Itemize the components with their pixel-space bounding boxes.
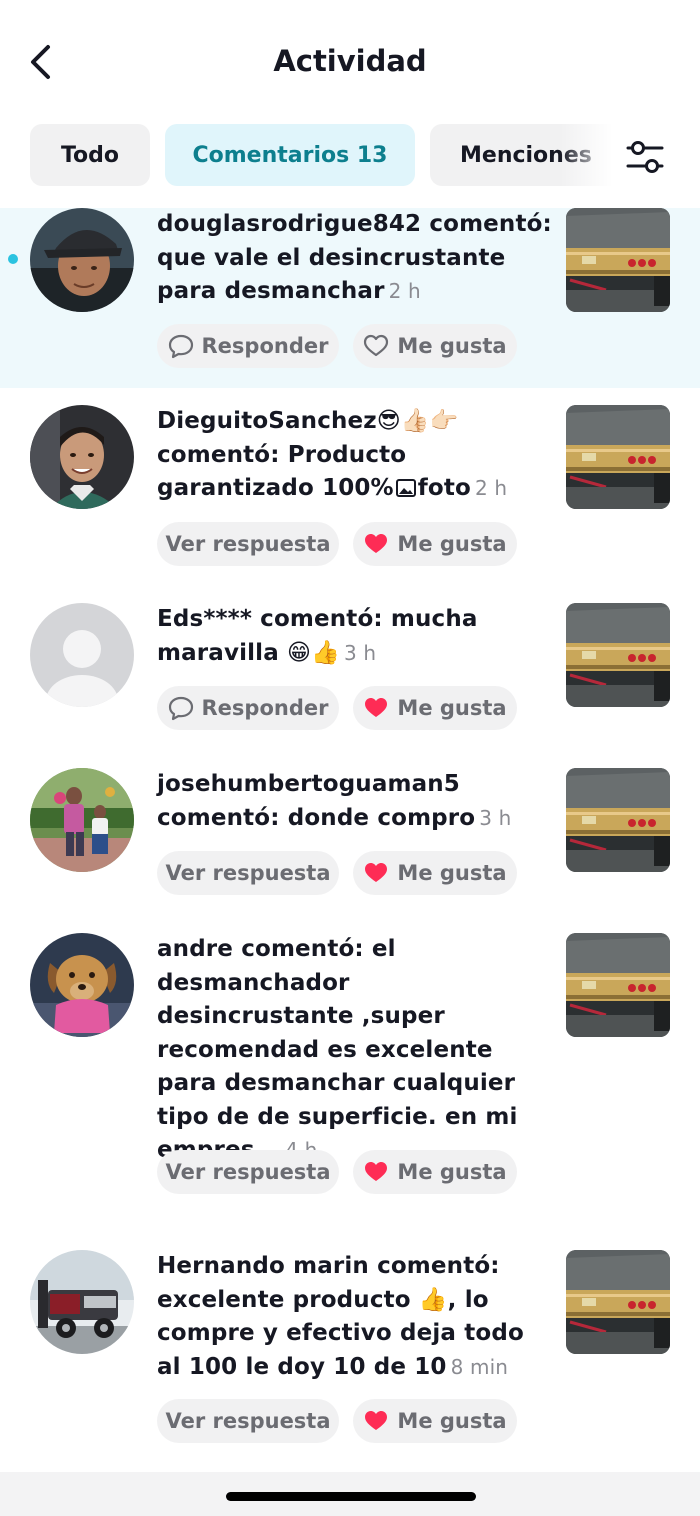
- video-thumbnail[interactable]: [566, 208, 670, 312]
- list-item[interactable]: andre comentó: el desmanchador desincrus…: [0, 933, 700, 1203]
- page-title: Actividad: [273, 44, 427, 78]
- comment-time: 8 min: [450, 1354, 509, 1379]
- like-button[interactable]: Me gusta: [353, 1399, 517, 1443]
- comment-text: douglasrodrigue842 comentó: que vale el …: [157, 208, 552, 309]
- like-label: Me gusta: [397, 532, 507, 556]
- filter-button[interactable]: [622, 134, 668, 180]
- heart-filled-icon: [365, 1162, 388, 1181]
- comment-text: Hernando marin comentó: excelente produc…: [157, 1250, 552, 1384]
- tab-comentarios-label: Comentarios 13: [192, 142, 388, 168]
- view-reply-button[interactable]: Ver respuesta: [157, 522, 339, 566]
- view-reply-button[interactable]: Ver respuesta: [157, 1150, 339, 1194]
- speech-bubble-icon: [168, 696, 193, 721]
- heart-filled-icon: [365, 863, 388, 882]
- comment-emojis: 😁👍: [287, 639, 340, 666]
- like-button[interactable]: Me gusta: [353, 1150, 517, 1194]
- like-label: Me gusta: [397, 696, 507, 720]
- bottom-bar: [0, 1472, 700, 1516]
- home-indicator[interactable]: [226, 1492, 476, 1501]
- video-thumbnail[interactable]: [566, 603, 670, 707]
- like-label: Me gusta: [397, 334, 507, 358]
- list-item[interactable]: douglasrodrigue842 comentó: que vale el …: [0, 208, 700, 388]
- avatar[interactable]: [30, 933, 134, 1037]
- tab-todo-label: Todo: [60, 142, 120, 168]
- reply-button[interactable]: Responder: [157, 324, 339, 368]
- comment-text: DieguitoSanchez😎👍🏻👉🏻 comentó: Producto g…: [157, 405, 552, 506]
- video-thumbnail[interactable]: [566, 1250, 670, 1354]
- header-bar: Actividad: [0, 0, 700, 120]
- like-button[interactable]: Me gusta: [353, 324, 517, 368]
- comment-text: andre comentó: el desmanchador desincrus…: [157, 933, 552, 1168]
- view-reply-label: Ver respuesta: [165, 861, 331, 885]
- list-item[interactable]: josehumbertoguaman5 comentó: donde compr…: [0, 768, 700, 908]
- tab-comentarios[interactable]: Comentarios 13: [165, 124, 415, 186]
- comment-text: Eds**** comentó: mucha maravilla 😁👍 3 h: [157, 603, 552, 670]
- like-button[interactable]: Me gusta: [353, 522, 517, 566]
- unread-dot: [8, 254, 18, 264]
- comment-emojis: 😎👍🏻👉🏻: [376, 408, 459, 434]
- view-reply-label: Ver respuesta: [165, 1409, 331, 1433]
- like-label: Me gusta: [397, 861, 507, 885]
- speech-bubble-icon: [168, 334, 193, 359]
- view-reply-button[interactable]: Ver respuesta: [157, 1399, 339, 1443]
- tab-menciones[interactable]: Menciones: [430, 124, 622, 186]
- reply-label: Responder: [201, 696, 329, 720]
- tab-menciones-label: Menciones: [460, 142, 592, 168]
- like-button[interactable]: Me gusta: [353, 851, 517, 895]
- heart-filled-icon: [365, 534, 388, 553]
- comment-body: douglasrodrigue842 comentó: que vale el …: [157, 211, 552, 304]
- comment-emojis: 👍: [418, 1286, 448, 1313]
- like-label: Me gusta: [397, 1409, 507, 1433]
- list-item[interactable]: Eds**** comentó: mucha maravilla 😁👍 3 h R…: [0, 603, 700, 743]
- comment-username: DieguitoSanchez: [157, 408, 377, 434]
- comment-time: 3 h: [479, 805, 512, 830]
- video-thumbnail[interactable]: [566, 933, 670, 1037]
- heart-outline-icon: [364, 334, 389, 357]
- heart-filled-icon: [365, 698, 388, 717]
- sliders-icon: [626, 141, 664, 173]
- view-reply-label: Ver respuesta: [165, 1160, 331, 1184]
- like-button[interactable]: Me gusta: [353, 686, 517, 730]
- comment-body: comentó: Producto garantizado 100%: [157, 441, 407, 502]
- avatar[interactable]: [30, 1250, 134, 1354]
- list-item[interactable]: Hernando marin comentó: excelente produc…: [0, 1250, 700, 1450]
- photo-label: foto: [417, 475, 471, 501]
- video-thumbnail[interactable]: [566, 768, 670, 872]
- tab-todo[interactable]: Todo: [30, 124, 150, 186]
- comment-time: 3 h: [343, 640, 377, 665]
- list-item[interactable]: DieguitoSanchez😎👍🏻👉🏻 comentó: Producto g…: [0, 405, 700, 575]
- tab-bar: Todo Comentarios 13 Menciones: [0, 124, 700, 188]
- comment-body: andre comentó: el desmanchador desincrus…: [157, 936, 518, 1163]
- avatar[interactable]: [30, 768, 134, 872]
- like-label: Me gusta: [397, 1160, 507, 1184]
- comment-body: josehumbertoguaman5 comentó: donde compr…: [157, 771, 476, 831]
- image-icon: [395, 479, 416, 497]
- avatar[interactable]: [30, 405, 134, 509]
- comment-time: 2 h: [388, 279, 421, 303]
- comment-time: 2 h: [474, 476, 508, 500]
- video-thumbnail[interactable]: [566, 405, 670, 509]
- avatar[interactable]: [30, 603, 134, 707]
- reply-button[interactable]: Responder: [157, 686, 339, 730]
- view-reply-label: Ver respuesta: [165, 532, 331, 556]
- avatar[interactable]: [30, 208, 134, 312]
- view-reply-button[interactable]: Ver respuesta: [157, 851, 339, 895]
- comment-text: josehumbertoguaman5 comentó: donde compr…: [157, 768, 552, 835]
- reply-label: Responder: [201, 334, 329, 358]
- heart-filled-icon: [365, 1411, 388, 1430]
